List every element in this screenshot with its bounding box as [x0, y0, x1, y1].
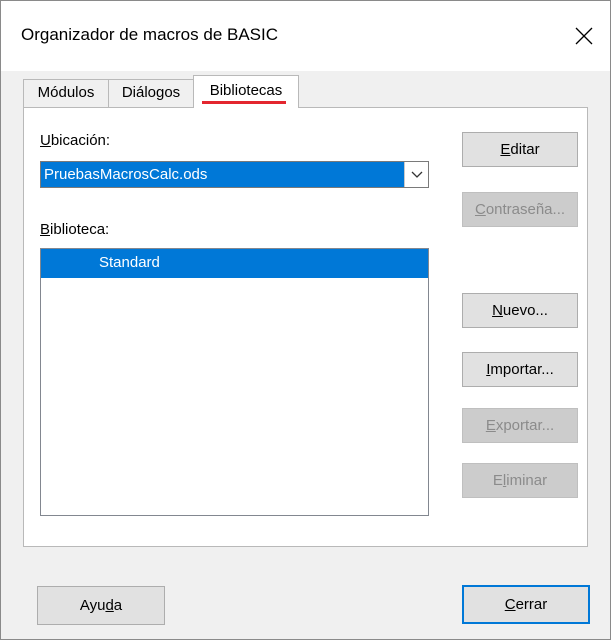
close-icon: [575, 27, 593, 45]
title-bar: Organizador de macros de BASIC: [1, 1, 610, 71]
tab-dialogs-label: Diálogos: [121, 84, 181, 101]
tab-dialogs[interactable]: Diálogos: [108, 79, 194, 107]
libraries-panel: Ubicación: PruebasMacrosCalc.ods Bibliot…: [23, 107, 588, 547]
delete-button[interactable]: El iminar: [462, 463, 578, 498]
export-button[interactable]: Exportar...: [462, 408, 578, 443]
close-button[interactable]: Cerrar: [462, 585, 590, 624]
new-button[interactable]: Nuevo...: [462, 293, 578, 328]
tab-libraries[interactable]: Bibliotecas: [193, 75, 299, 108]
active-tab-indicator: [202, 101, 286, 104]
library-listbox[interactable]: Standard: [40, 248, 429, 516]
tab-modules[interactable]: Módulos: [23, 79, 109, 107]
macro-organizer-dialog: Organizador de macros de BASIC Módulos D…: [0, 0, 611, 640]
tab-modules-label: Módulos: [37, 84, 95, 101]
dropdown-button[interactable]: [404, 162, 428, 187]
import-button[interactable]: Importar...: [462, 352, 578, 387]
close-window-button[interactable]: [558, 1, 610, 71]
window-title: Organizador de macros de BASIC: [21, 25, 279, 44]
list-item-standard[interactable]: Standard: [41, 249, 428, 278]
location-selected-value: PruebasMacrosCalc.ods: [44, 166, 208, 183]
edit-button[interactable]: Editar: [462, 132, 578, 167]
password-button[interactable]: Contraseña...: [462, 192, 578, 227]
chevron-down-icon: [411, 171, 422, 178]
library-label: Biblioteca:: [40, 221, 110, 238]
location-label: Ubicación:: [40, 132, 111, 149]
location-dropdown[interactable]: PruebasMacrosCalc.ods: [40, 161, 429, 188]
help-button[interactable]: Ayu d a: [37, 586, 165, 625]
tab-libraries-label: Bibliotecas: [209, 82, 283, 99]
